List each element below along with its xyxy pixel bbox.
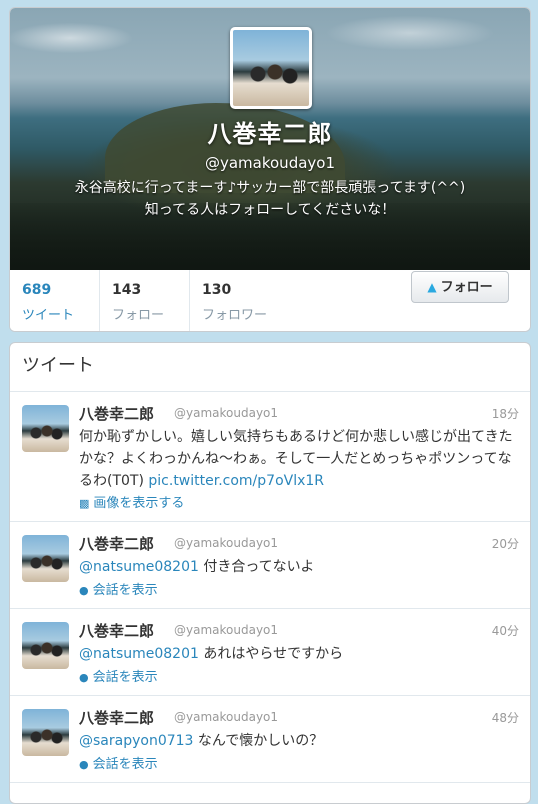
twitter-bird-icon: ▲ (427, 280, 437, 294)
tweets-heading: ツイート (10, 343, 530, 392)
show-conversation-label: 会話を表示 (92, 583, 158, 598)
tweet-author-handle[interactable]: @yamakoudayo1 (174, 623, 278, 637)
tweet-item[interactable]: 八巻幸二郎 @yamakoudayo1 20分 @natsume08201 付き… (10, 522, 530, 609)
tweet-media-link[interactable]: pic.twitter.com/p7oVlx1R (148, 473, 324, 489)
conversation-icon: ● (79, 671, 89, 684)
profile-avatar[interactable] (230, 27, 312, 109)
show-conversation-link[interactable]: ● 会話を表示 (79, 579, 158, 598)
conversation-icon: ● (79, 584, 89, 597)
show-conversation-label: 会話を表示 (92, 757, 158, 772)
follow-button[interactable]: ▲ フォロー (411, 271, 509, 303)
stat-following[interactable]: 143 フォロー (99, 270, 189, 331)
tweet-text: @natsume08201 あれはやらせですから (79, 643, 519, 665)
tweet-mention-link[interactable]: @natsume08201 (79, 646, 199, 662)
profile-name: 八巻幸二郎 (207, 120, 333, 148)
tweets-panel: ツイート 八巻幸二郎 @yamakoudayo1 18分 何か恥ずかしい。嬉しい… (9, 342, 531, 804)
tweet-text: @natsume08201 付き合ってないよ (79, 556, 519, 578)
show-conversation-link[interactable]: ● 会話を表示 (79, 666, 158, 685)
stat-following-count: 143 (112, 282, 142, 298)
tweet-body: あれはやらせですから (203, 646, 344, 662)
stat-following-label: フォロー (112, 308, 165, 323)
bio-line-2: 知ってる人はフォローしてくださいな！ (144, 202, 396, 218)
show-image-label: 画像を表示する (93, 496, 185, 511)
bio-line-1: 永谷高校に行ってまーす♪サッカー部で部長頑張ってます(^^) (74, 180, 466, 196)
tweet-author-name[interactable]: 八巻幸二郎 (79, 707, 154, 728)
profile-handle: @yamakoudayo1 (204, 154, 336, 172)
stat-followers-label: フォロワー (202, 308, 268, 323)
stat-tweets[interactable]: 689 ツイート (10, 270, 99, 331)
tweet-item[interactable]: 八巻幸二郎 @yamakoudayo1 48分 @sarapyon0713 なん… (10, 696, 530, 783)
tweet-mention-link[interactable]: @natsume08201 (79, 559, 199, 575)
profile-bio: 永谷高校に行ってまーす♪サッカー部で部長頑張ってます(^^) 知ってる人はフォロ… (30, 177, 510, 221)
follow-button-label: フォロー (440, 280, 493, 295)
tweet-author-handle[interactable]: @yamakoudayo1 (174, 536, 278, 550)
tweet-timestamp[interactable]: 18分 (492, 405, 519, 422)
image-icon: ▩ (79, 497, 90, 510)
stat-tweets-count: 689 (22, 282, 52, 298)
tweet-timestamp[interactable]: 20分 (492, 535, 519, 552)
tweet-avatar[interactable] (22, 535, 69, 582)
tweet-avatar[interactable] (22, 622, 69, 669)
stat-followers[interactable]: 130 フォロワー (189, 270, 289, 331)
tweet-author-name[interactable]: 八巻幸二郎 (79, 533, 154, 554)
stat-tweets-label: ツイート (22, 308, 75, 323)
tweet-timestamp[interactable]: 48分 (492, 709, 519, 726)
conversation-icon: ● (79, 758, 89, 771)
tweet-author-name[interactable]: 八巻幸二郎 (79, 620, 154, 641)
show-image-link[interactable]: ▩ 画像を表示する (79, 492, 184, 511)
tweet-avatar[interactable] (22, 709, 69, 756)
tweet-author-handle[interactable]: @yamakoudayo1 (174, 710, 278, 724)
tweet-avatar[interactable] (22, 405, 69, 452)
show-conversation-label: 会話を表示 (92, 670, 158, 685)
tweet-body: なんで懐かしいの？ (197, 733, 324, 749)
tweet-item[interactable]: 八巻幸二郎 @yamakoudayo1 18分 何か恥ずかしい。嬉しい気持ちもあ… (10, 392, 530, 522)
tweet-item[interactable]: 八巻幸二郎 @yamakoudayo1 40分 @natsume08201 あれ… (10, 609, 530, 696)
tweet-timestamp[interactable]: 40分 (492, 622, 519, 639)
tweet-author-name[interactable]: 八巻幸二郎 (79, 403, 154, 424)
tweet-text: @sarapyon0713 なんで懐かしいの？ (79, 730, 519, 752)
tweet-text: 何か恥ずかしい。嬉しい気持ちもあるけど何か悲しい感じが出てきたかな？よくわっかん… (79, 426, 519, 492)
tweet-mention-link[interactable]: @sarapyon0713 (79, 733, 193, 749)
tweet-body: 付き合ってないよ (203, 559, 315, 575)
stat-followers-count: 130 (202, 282, 232, 298)
show-conversation-link[interactable]: ● 会話を表示 (79, 753, 158, 772)
tweet-author-handle[interactable]: @yamakoudayo1 (174, 406, 278, 420)
